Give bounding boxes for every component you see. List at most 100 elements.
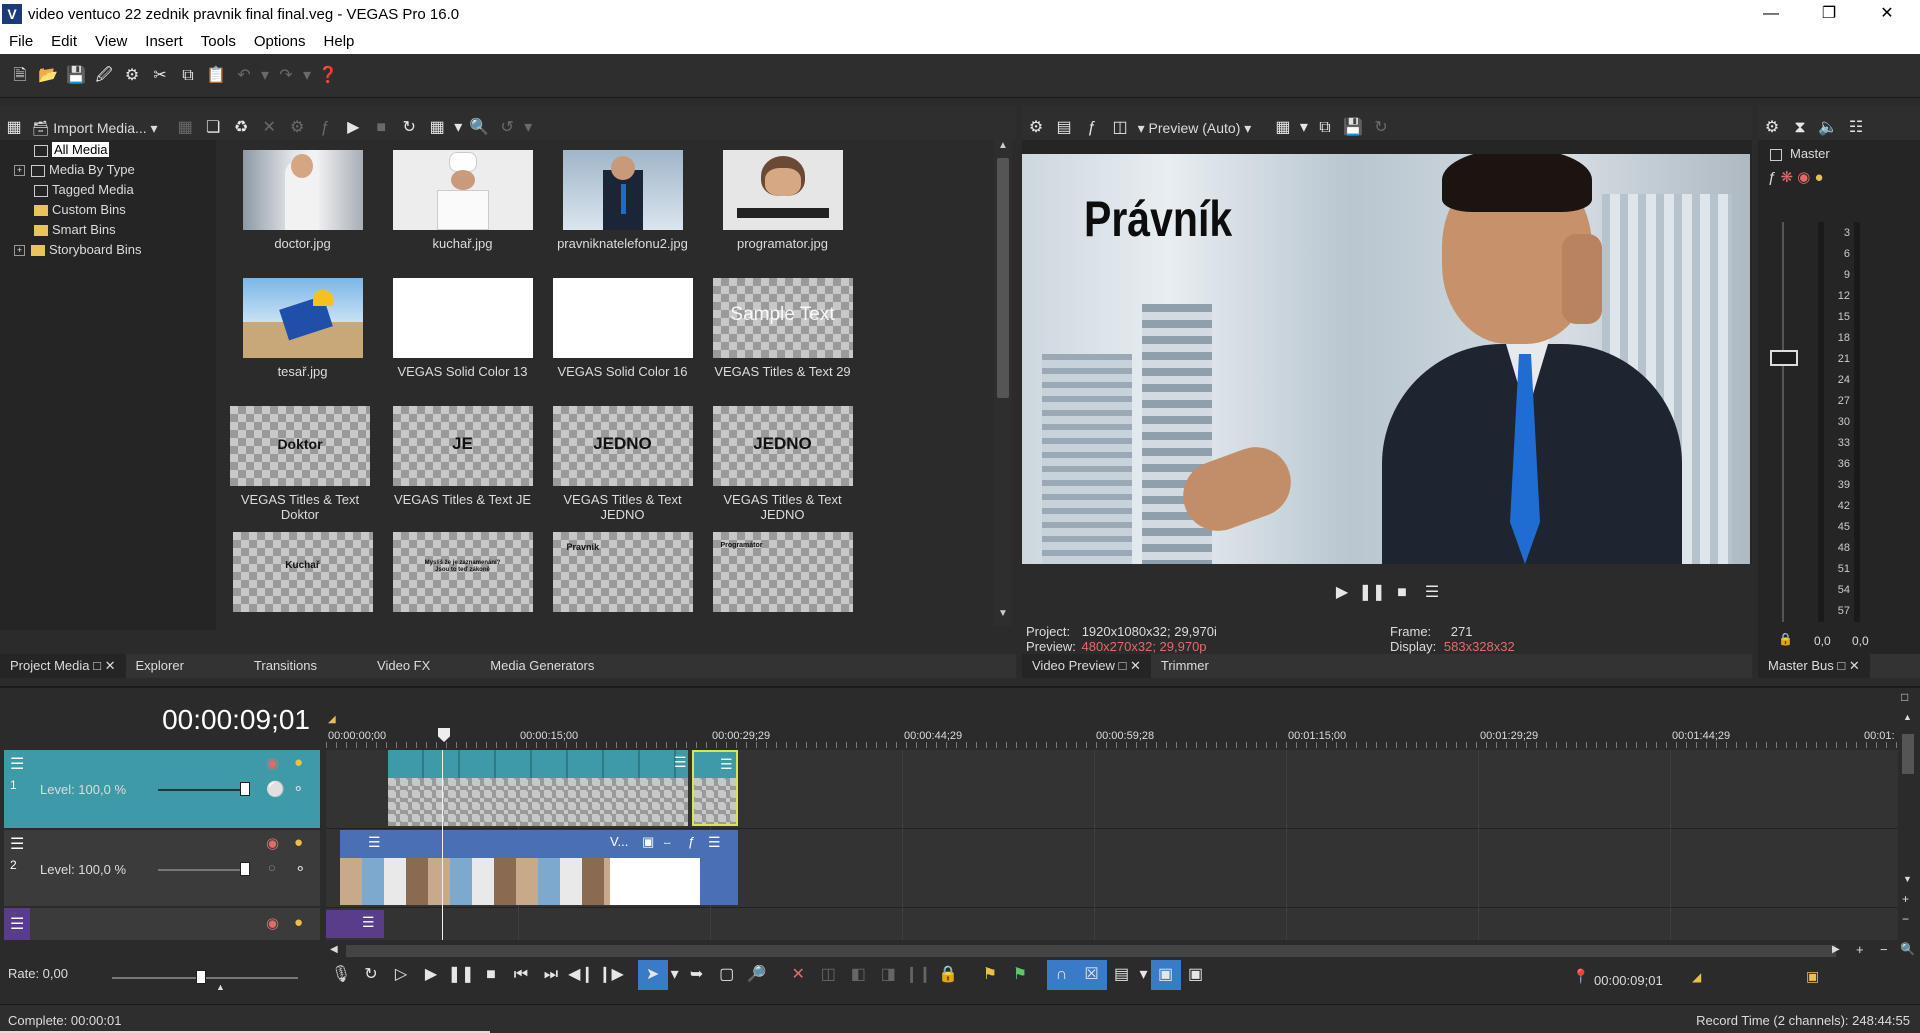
track-3-header[interactable]: ☰ ◉ ● bbox=[4, 908, 320, 940]
media-scrollbar[interactable]: ▲ ▼ bbox=[994, 140, 1012, 626]
selection-tool-icon[interactable]: ▢ bbox=[712, 960, 742, 990]
composite-mode-icon[interactable]: ○ bbox=[268, 860, 276, 875]
media-item[interactable]: JEDNO VEGAS Titles & Text JEDNO bbox=[550, 406, 695, 526]
undock-icon[interactable]: □ bbox=[93, 658, 101, 673]
media-item[interactable]: Myslíš že je zaznamenání? Jsou to teď zá… bbox=[390, 532, 535, 626]
previous-frame-icon[interactable]: ◀❙ bbox=[566, 960, 596, 990]
play-from-start-icon[interactable]: ▷ bbox=[386, 960, 416, 990]
go-to-start-icon[interactable]: ⏮ bbox=[506, 960, 536, 990]
crop-icon[interactable]: ⧿ bbox=[664, 834, 671, 850]
loop-region-icon[interactable]: ▣ bbox=[1806, 968, 1819, 985]
solo-icon[interactable]: ● bbox=[294, 834, 303, 851]
search-icon[interactable]: 🔍 bbox=[465, 114, 493, 142]
master-checkbox[interactable] bbox=[1770, 148, 1782, 161]
vscroll-down-icon[interactable]: ▼ bbox=[1903, 874, 1912, 884]
cut-icon[interactable]: ✂ bbox=[146, 62, 174, 90]
restore-button[interactable]: ❐ bbox=[1800, 0, 1858, 30]
lock-envelopes-icon[interactable]: 🔒 bbox=[933, 960, 963, 990]
remove-media-icon[interactable]: ✕ bbox=[255, 114, 283, 142]
zoom-in-vertical-icon[interactable]: + bbox=[1902, 892, 1909, 906]
media-item[interactable]: programator.jpg bbox=[710, 150, 855, 270]
media-item[interactable]: JE VEGAS Titles & Text JE bbox=[390, 406, 535, 526]
timeline-vscroll[interactable]: □ ▲ ▼ + − bbox=[1898, 690, 1918, 940]
media-item[interactable]: pravniknatelefonu2.jpg bbox=[550, 150, 695, 270]
copy-snapshot-icon[interactable]: ⧉ bbox=[1311, 114, 1339, 142]
vscroll-thumb[interactable] bbox=[1902, 734, 1914, 774]
go-to-end-icon[interactable]: ⏭ bbox=[536, 960, 566, 990]
save-snapshot-icon[interactable]: 💾 bbox=[1339, 114, 1367, 142]
minimize-button[interactable]: — bbox=[1742, 0, 1800, 30]
expand-icon[interactable]: + bbox=[14, 165, 25, 177]
tree-item-storyboard-bins[interactable]: + Storyboard Bins bbox=[0, 240, 216, 260]
media-item[interactable]: tesař.jpg bbox=[230, 278, 375, 398]
scroll-thumb[interactable] bbox=[997, 158, 1009, 398]
tab-trimmer[interactable]: Trimmer bbox=[1151, 654, 1269, 678]
tree-item-media-by-type[interactable]: + Media By Type bbox=[0, 160, 216, 180]
media-item[interactable]: Doktor VEGAS Titles & Text Doktor bbox=[220, 406, 380, 526]
timeline-corner-icon[interactable]: □ bbox=[1901, 690, 1908, 704]
track-menu-icon[interactable]: ☰ bbox=[10, 754, 24, 774]
tab-project-media[interactable]: Project Media □ ✕ bbox=[0, 654, 126, 678]
preview-pause-icon[interactable]: ❚❚ bbox=[1357, 578, 1387, 608]
stop-icon[interactable]: ■ bbox=[476, 960, 506, 990]
master-gear-icon[interactable]: ❋ bbox=[1781, 169, 1794, 186]
tree-item-custom-bins[interactable]: Custom Bins bbox=[0, 200, 216, 220]
tab-video-fx[interactable]: Video FX bbox=[367, 654, 480, 678]
pause-icon[interactable]: ❚❚ bbox=[446, 960, 476, 990]
mute-icon[interactable]: ◉ bbox=[266, 914, 279, 932]
lock-icon[interactable]: 🔒 bbox=[1778, 632, 1793, 646]
selected-clip[interactable]: ☰ bbox=[692, 750, 738, 826]
timeline-ruler[interactable]: ◢ 00:00:00;00 00:00:15;00 00:00:29;29 00… bbox=[326, 712, 1902, 748]
rate-handle[interactable] bbox=[196, 970, 206, 984]
track-level-handle[interactable] bbox=[240, 782, 250, 796]
tab-transitions[interactable]: Transitions bbox=[244, 654, 367, 678]
track-3-clip[interactable]: ☰ bbox=[326, 910, 384, 938]
media-item[interactable]: kuchař.jpg bbox=[390, 150, 535, 270]
auto-preview-stop-icon[interactable]: ■ bbox=[367, 114, 395, 142]
split-screen-icon[interactable]: ◫ bbox=[1106, 114, 1134, 142]
refresh-dropdown-icon[interactable]: ▾ bbox=[521, 114, 535, 142]
tab-video-preview[interactable]: Video Preview □ ✕ bbox=[1022, 654, 1151, 678]
tab-explorer[interactable]: Explorer bbox=[126, 654, 244, 678]
trim-start-icon[interactable]: ◧ bbox=[843, 960, 873, 990]
track-2-clips[interactable]: ☰ V... ▣ ⧿ ƒ ☰ bbox=[340, 830, 738, 905]
open-folder-icon[interactable]: 📂 bbox=[34, 62, 62, 90]
media-item[interactable]: JEDNO VEGAS Titles & Text JEDNO bbox=[710, 406, 855, 526]
video-fx-icon[interactable]: ƒ bbox=[1078, 114, 1106, 142]
render-icon[interactable]: 🖉 bbox=[90, 62, 118, 90]
track-motion-icon[interactable]: ⚬ bbox=[294, 860, 307, 878]
ripple-edit-icon[interactable]: ▤ bbox=[1107, 960, 1137, 990]
media-views-icon[interactable]: ▦ bbox=[0, 114, 28, 142]
master-solo-icon[interactable]: ● bbox=[1815, 169, 1824, 186]
ripple-dropdown-icon[interactable]: ▾ bbox=[1137, 960, 1151, 990]
media-item[interactable]: Kuchař bbox=[230, 532, 375, 626]
settings-icon[interactable]: ⚙ bbox=[118, 62, 146, 90]
close-tab-icon[interactable]: ✕ bbox=[1849, 658, 1860, 673]
play-icon[interactable]: ▶ bbox=[416, 960, 446, 990]
overlays-dropdown-icon[interactable]: ▾ bbox=[1297, 114, 1311, 142]
auto-crossfades-icon[interactable]: ☒ bbox=[1076, 960, 1107, 990]
mute-icon[interactable]: ◉ bbox=[266, 754, 279, 772]
remove-unused-icon[interactable]: ♻ bbox=[227, 114, 255, 142]
clip-menu-icon[interactable]: ☰ bbox=[368, 834, 381, 851]
whats-this-help-icon[interactable]: ❓ bbox=[314, 62, 342, 90]
media-item[interactable]: VEGAS Solid Color 16 bbox=[550, 278, 695, 398]
expand-icon[interactable]: + bbox=[14, 245, 25, 257]
zoom-tool-icon[interactable]: 🔍 bbox=[1900, 942, 1915, 956]
edit-tool-dropdown-icon[interactable]: ▾ bbox=[668, 960, 682, 990]
zoom-edit-tool-icon[interactable]: 🔎 bbox=[742, 960, 772, 990]
menu-file[interactable]: File bbox=[0, 30, 42, 53]
overlays-grid-icon[interactable]: ▦ bbox=[1269, 114, 1297, 142]
close-tab-icon[interactable]: ✕ bbox=[1130, 658, 1141, 673]
trim-end-icon[interactable]: ◨ bbox=[873, 960, 903, 990]
hscroll-left-icon[interactable]: ◀ bbox=[330, 944, 338, 955]
clip-fx-icon[interactable]: ƒ bbox=[688, 834, 695, 849]
menu-view[interactable]: View bbox=[86, 30, 136, 53]
insert-marker-icon[interactable]: ⚑ bbox=[975, 960, 1005, 990]
loop-playback-icon[interactable]: ↻ bbox=[356, 960, 386, 990]
vscroll-up-icon[interactable]: ▲ bbox=[1903, 712, 1912, 722]
master-fx-icon[interactable]: ƒ bbox=[1768, 169, 1776, 186]
track-level-handle[interactable] bbox=[240, 862, 250, 876]
tree-item-all-media[interactable]: All Media bbox=[0, 140, 216, 160]
pan-crop-icon[interactable]: ▣ bbox=[642, 834, 654, 850]
